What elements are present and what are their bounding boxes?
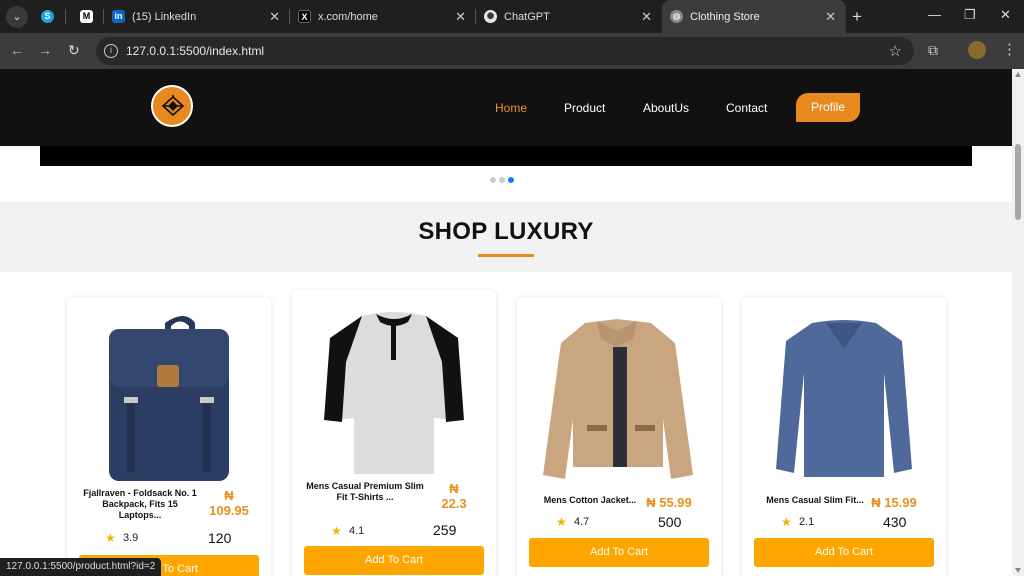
site-navbar: Home Product AboutUs Contact Profile [0, 69, 1012, 146]
tab-skype[interactable]: S [32, 0, 66, 33]
rating-count: 500 [658, 514, 682, 530]
product-card[interactable]: Mens Cotton Jacket... ₦ 55.99 ★ 4.7 500 … [517, 297, 721, 576]
scrollbar-thumb[interactable] [1015, 144, 1021, 220]
tab-clothing-store[interactable]: ◍ Clothing Store ✕ [662, 0, 846, 33]
product-rating: 4.7 [574, 516, 590, 528]
product-rating: 3.9 [123, 532, 139, 544]
browser-tab-bar: ⌄ S M in (15) LinkedIn ✕ X x.com/home ✕ … [0, 0, 1024, 33]
page-viewport: Home Product AboutUs Contact Profile SHO… [0, 69, 1012, 576]
forward-icon[interactable]: → [38, 42, 52, 58]
rating-count: 120 [208, 530, 232, 546]
product-price: ₦ 55.99 [646, 495, 692, 510]
hero-carousel [40, 146, 972, 166]
scroll-up-icon[interactable] [1015, 72, 1021, 77]
product-card[interactable]: Mens Casual Premium Slim Fit T-Shirts ..… [292, 290, 496, 576]
browser-toolbar: ← → ↻ i 127.0.0.1:5500/index.html ☆ ⧉ ⋮ [0, 33, 1024, 69]
product-image-longsleeve [776, 320, 912, 477]
rating-star-icon: ★ [331, 524, 342, 538]
rating-count: 259 [433, 522, 457, 538]
reload-icon[interactable]: ↻ [68, 42, 80, 59]
rating-star-icon: ★ [556, 515, 567, 529]
product-rating: 4.1 [349, 525, 365, 537]
product-price: ₦ 22.3 [441, 481, 467, 511]
close-tab-icon[interactable]: ✕ [641, 9, 652, 25]
product-image-tshirt [324, 312, 464, 474]
tab-chatgpt[interactable]: ✺ ChatGPT ✕ [476, 0, 662, 33]
tab-title: x.com/home [318, 11, 378, 23]
close-tab-icon[interactable]: ✕ [455, 9, 466, 25]
nav-product[interactable]: Product [564, 101, 605, 115]
tab-separator [65, 9, 66, 24]
linkedin-icon: in [112, 10, 125, 23]
nav-contact[interactable]: Contact [726, 101, 767, 115]
product-rating: 2.1 [799, 516, 815, 528]
bookmark-star-icon[interactable]: ☆ [889, 42, 902, 60]
rating-star-icon: ★ [781, 515, 792, 529]
scroll-down-icon[interactable] [1015, 568, 1021, 573]
carousel-dot[interactable] [490, 177, 496, 183]
carousel-indicators [490, 170, 517, 188]
tab-medium[interactable]: M [70, 0, 104, 33]
minimize-icon[interactable]: — [928, 7, 941, 22]
rating-star-icon: ★ [105, 531, 116, 545]
back-icon[interactable]: ← [10, 42, 24, 58]
close-window-icon[interactable]: ✕ [1000, 7, 1011, 23]
product-price: ₦ 109.95 [209, 488, 249, 518]
medium-icon: M [80, 10, 93, 23]
section-title: SHOP LUXURY [418, 218, 594, 245]
add-to-cart-button[interactable]: Add To Cart [754, 538, 934, 567]
tab-search-chevron-icon[interactable]: ⌄ [6, 6, 28, 28]
product-image-backpack [109, 316, 229, 481]
chatgpt-icon: ✺ [484, 10, 497, 23]
tab-title: Clothing Store [690, 11, 760, 23]
close-tab-icon[interactable]: ✕ [825, 9, 836, 25]
carousel-dot-active[interactable] [508, 177, 514, 183]
product-image-jacket [543, 319, 693, 479]
product-name: Mens Casual Premium Slim Fit T-Shirts ..… [306, 481, 424, 502]
new-tab-icon[interactable]: + [852, 7, 862, 27]
product-price: ₦ 15.99 [871, 495, 917, 510]
product-card[interactable]: Fjallraven - Foldsack No. 1 Backpack, Fi… [67, 297, 271, 576]
close-tab-icon[interactable]: ✕ [269, 9, 280, 25]
add-to-cart-button[interactable]: Add To Cart [529, 538, 709, 567]
nav-home[interactable]: Home [495, 101, 527, 115]
shop-section-header: SHOP LUXURY [0, 202, 1012, 272]
restore-icon[interactable]: ❐ [964, 7, 976, 23]
x-icon: X [298, 10, 311, 23]
profile-button[interactable]: Profile [796, 93, 860, 122]
tab-linkedin[interactable]: in (15) LinkedIn ✕ [104, 0, 290, 33]
extensions-icon[interactable]: ⧉ [928, 42, 938, 59]
link-status-bar: 127.0.0.1:5500/product.html?id=2 [0, 558, 162, 576]
carousel-dot[interactable] [499, 177, 505, 183]
add-to-cart-button[interactable]: Add To Cart [304, 546, 484, 575]
tab-title: ChatGPT [504, 11, 550, 23]
product-card[interactable]: Mens Casual Slim Fit... ₦ 15.99 ★ 2.1 43… [742, 297, 946, 576]
globe-icon: ◍ [670, 10, 683, 23]
nav-about[interactable]: AboutUs [643, 101, 689, 115]
address-url[interactable]: 127.0.0.1:5500/index.html [126, 44, 264, 58]
tab-x[interactable]: X x.com/home ✕ [290, 0, 476, 33]
rating-count: 430 [883, 514, 907, 530]
profile-avatar[interactable] [968, 41, 986, 59]
skype-icon: S [41, 10, 54, 23]
site-info-icon[interactable]: i [104, 44, 118, 58]
more-menu-icon[interactable]: ⋮ [1002, 40, 1017, 58]
title-underline [478, 254, 534, 257]
page-scrollbar[interactable] [1012, 69, 1024, 576]
product-name: Fjallraven - Foldsack No. 1 Backpack, Fi… [83, 488, 197, 520]
tab-title: (15) LinkedIn [132, 11, 197, 23]
address-bar[interactable]: i 127.0.0.1:5500/index.html ☆ [96, 37, 914, 65]
site-logo[interactable] [151, 85, 193, 127]
logo-emblem-icon [161, 95, 185, 117]
